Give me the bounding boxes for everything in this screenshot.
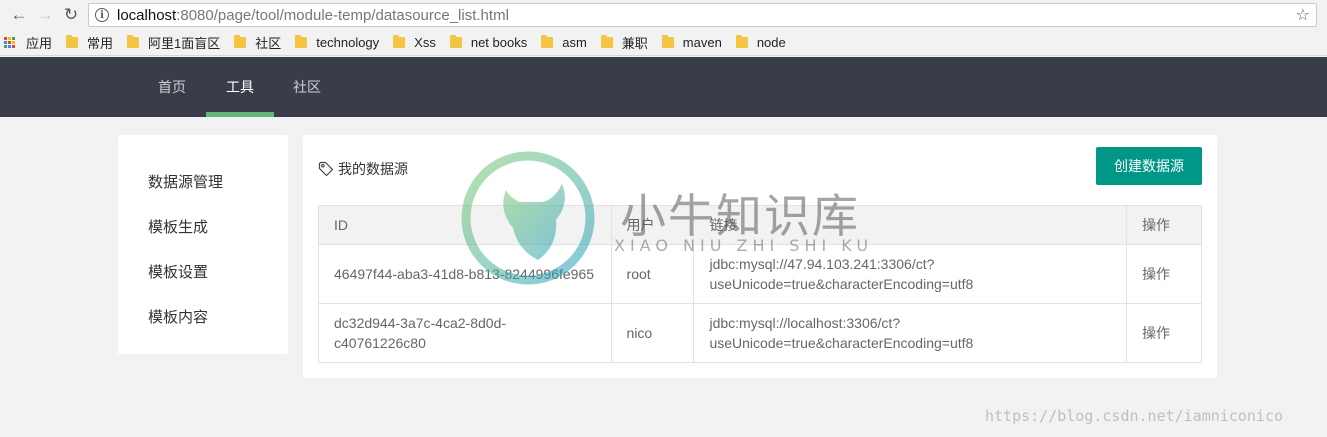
nav-item-tools[interactable]: 工具 <box>218 57 262 117</box>
bookmark-star-icon[interactable]: ☆ <box>1296 5 1310 25</box>
address-bar: ← → ↻ i localhost:8080/page/tool/module-… <box>0 0 1327 30</box>
bookmark-label: asm <box>562 35 587 50</box>
link-line: jdbc:mysql://localhost:3306/ct? <box>709 315 901 331</box>
folder-icon <box>541 35 554 48</box>
bookmark-folder[interactable]: asm <box>541 35 587 50</box>
column-header-id: ID <box>318 205 612 245</box>
bookmark-label: technology <box>316 35 380 50</box>
tag-icon <box>318 161 334 177</box>
bookmark-label: 兼职 <box>621 36 648 51</box>
nav-active-indicator <box>206 112 274 117</box>
bookmark-label: node <box>756 35 786 50</box>
folder-icon <box>735 35 748 48</box>
watermark-subtitle: XIAO NIU ZHI SHI KU <box>614 236 874 255</box>
id-line: dc32d944-3a7c-4ca2-8d0d- <box>334 315 507 331</box>
bookmark-label: Xss <box>414 35 436 50</box>
cell-user: nico <box>610 303 695 363</box>
link-line: useUnicode=true&characterEncoding=utf8 <box>709 276 974 292</box>
bookmark-folder[interactable]: 兼职 <box>600 33 648 52</box>
cell-id: dc32d944-3a7c-4ca2-8d0d- c40761226c80 <box>318 303 612 363</box>
folder-icon <box>661 35 674 48</box>
folder-icon <box>234 35 247 48</box>
datasource-panel: 我的数据源 创建数据源 ID 用户 链接 操作 46497f44-aba3-41… <box>303 135 1217 378</box>
forward-arrow-icon[interactable]: → <box>32 2 58 28</box>
bookmark-folder[interactable]: 阿里1面盲区 <box>127 33 220 52</box>
bookmarks-bar: 应用 常用 阿里1面盲区 社区 technology Xss net books… <box>0 30 1327 56</box>
bookmark-label: 社区 <box>255 36 282 51</box>
column-header-action: 操作 <box>1126 205 1202 245</box>
folder-icon <box>600 35 613 48</box>
panel-title-text: 我的数据源 <box>338 161 408 177</box>
bookmark-folder[interactable]: net books <box>449 35 528 50</box>
bookmark-folder[interactable]: 社区 <box>234 33 281 52</box>
id-line: c40761226c80 <box>334 335 426 351</box>
sidebar-item-template-generate[interactable]: 模板生成 <box>148 216 208 237</box>
bookmark-label: net books <box>470 35 528 50</box>
create-datasource-button[interactable]: 创建数据源 <box>1096 147 1202 185</box>
url-path: :8080/page/tool/module-temp/datasource_l… <box>176 6 509 24</box>
reload-icon[interactable]: ↻ <box>58 2 84 28</box>
sidebar-item-template-settings[interactable]: 模板设置 <box>148 261 208 282</box>
folder-icon <box>449 35 462 48</box>
folder-icon <box>66 35 79 48</box>
back-arrow-icon[interactable]: ← <box>6 2 32 28</box>
bookmark-label: 常用 <box>87 36 114 51</box>
url-host: localhost <box>117 6 177 24</box>
link-line: jdbc:mysql://47.94.103.241:3306/ct? <box>709 256 935 272</box>
watermark-url: https://blog.csdn.net/iamniconico <box>985 407 1284 425</box>
folder-icon <box>393 35 406 48</box>
folder-icon <box>295 35 308 48</box>
bookmark-label: maven <box>682 35 722 50</box>
table-row[interactable]: dc32d944-3a7c-4ca2-8d0d- c40761226c80 ni… <box>318 303 1202 363</box>
info-icon[interactable]: i <box>95 8 109 22</box>
link-line: useUnicode=true&characterEncoding=utf8 <box>709 335 974 351</box>
sidebar: 数据源管理 模板生成 模板设置 模板内容 <box>118 135 288 354</box>
bookmark-folder[interactable]: Xss <box>393 35 436 50</box>
apps-icon <box>4 36 16 49</box>
bookmark-label: 应用 <box>26 36 53 51</box>
sidebar-item-template-content[interactable]: 模板内容 <box>148 306 208 327</box>
panel-title: 我的数据源 <box>318 159 408 179</box>
bookmark-apps[interactable]: 应用 <box>4 33 52 52</box>
top-navigation: 首页 工具 社区 <box>0 57 1327 117</box>
bookmark-label: 阿里1面盲区 <box>148 36 221 51</box>
cell-id: 46497f44-aba3-41d8-b813-8244996fe965 <box>318 244 612 304</box>
sidebar-item-datasource[interactable]: 数据源管理 <box>148 171 223 192</box>
cell-action[interactable]: 操作 <box>1126 244 1202 304</box>
cell-link: jdbc:mysql://localhost:3306/ct? useUnico… <box>693 303 1128 363</box>
folder-icon <box>127 35 140 48</box>
nav-item-community[interactable]: 社区 <box>285 57 329 117</box>
nav-item-home[interactable]: 首页 <box>150 57 194 117</box>
bookmark-folder[interactable]: 常用 <box>66 33 113 52</box>
url-input[interactable]: i localhost:8080/page/tool/module-temp/d… <box>88 3 1317 27</box>
bookmark-folder[interactable]: node <box>735 35 786 50</box>
bookmark-folder[interactable]: technology <box>295 35 379 50</box>
cell-action[interactable]: 操作 <box>1126 303 1202 363</box>
bookmark-folder[interactable]: maven <box>661 35 722 50</box>
